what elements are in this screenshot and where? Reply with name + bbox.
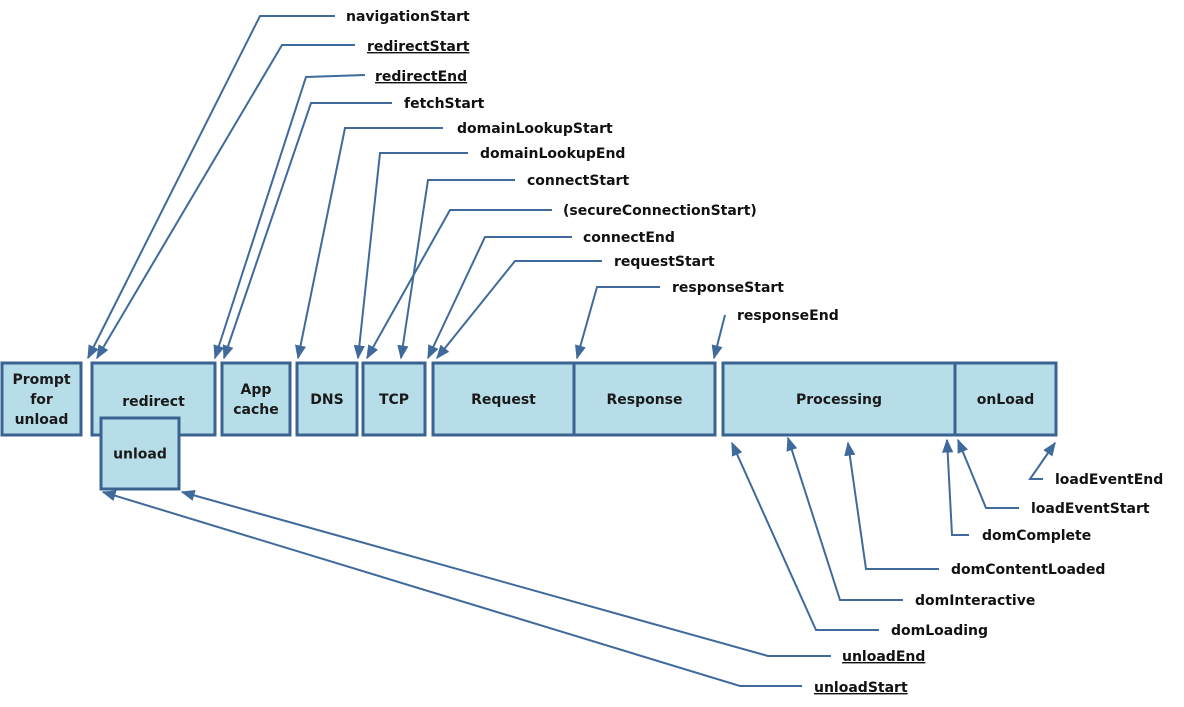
event-label-domainLookupStart: domainLookupStart (457, 121, 613, 137)
leader-unloadStart (101, 490, 802, 687)
phase-label: App (241, 382, 272, 398)
phase-label: Processing (796, 392, 882, 408)
phase-label: Request (471, 392, 536, 408)
event-label-domComplete: domComplete (982, 528, 1091, 544)
leader-redirectStart (96, 44, 355, 360)
phase-dns: DNS (295, 361, 359, 437)
event-label-domLoading: domLoading (891, 623, 988, 639)
event-label-domContentLoaded: domContentLoaded (951, 562, 1105, 578)
leader-loadEventStart (957, 438, 1019, 509)
phase-label: TCP (379, 392, 409, 408)
leader-fetchStart (222, 102, 392, 360)
phase-tcp: TCP (361, 361, 427, 437)
phase-label: unload (113, 447, 167, 463)
phase-request: Request (431, 361, 576, 437)
event-label-loadEventEnd: loadEventEnd (1055, 472, 1163, 488)
phase-label: cache (233, 402, 279, 418)
leader-responseStart (575, 286, 660, 360)
leader-navigationStart (87, 15, 335, 360)
leader-requestStart (436, 260, 602, 360)
leader-domContentLoaded (844, 441, 939, 570)
event-label-responseEnd: responseEnd (737, 308, 839, 324)
leader-domComplete (942, 438, 969, 536)
event-label-domInteractive: domInteractive (915, 593, 1035, 609)
phase-label: DNS (310, 392, 343, 408)
event-label-unloadStart: unloadStart (814, 680, 908, 696)
event-label-navigationStart: navigationStart (346, 9, 470, 25)
leader-domainLookupEnd (353, 152, 468, 360)
phase-label: for (30, 392, 53, 408)
phase-label: redirect (122, 394, 185, 410)
event-label-redirectStart: redirectStart (367, 39, 470, 55)
leader-connectEnd (427, 236, 572, 360)
event-label-responseStart: responseStart (672, 280, 784, 296)
leader-domLoading (731, 441, 879, 631)
event-label-domainLookupEnd: domainLookupEnd (480, 146, 625, 162)
phase-app-cache: App cache (220, 361, 292, 437)
leader-secureConnectionStart (366, 209, 552, 360)
event-label-fetchStart: fetchStart (404, 96, 485, 112)
phase-label: unload (15, 412, 69, 428)
event-label-connectStart: connectStart (527, 173, 629, 189)
leader-unloadEnd (180, 490, 831, 657)
phase-label: onLoad (977, 392, 1035, 408)
event-label-secureConnectionStart: (secureConnectionStart) (563, 203, 757, 219)
navigation-timing-diagram: Prompt for unload redirect unload App cache DNS… (0, 9, 1163, 696)
leader-loadEventEnd (1028, 441, 1056, 480)
event-label-connectEnd: connectEnd (583, 230, 675, 246)
event-label-unloadEnd: unloadEnd (842, 649, 925, 665)
phase-onload: onLoad (953, 361, 1058, 437)
phase-label: Response (606, 392, 682, 408)
phase-label: Prompt (12, 372, 70, 388)
phase-prompt-for-unload: Prompt for unload (0, 361, 83, 437)
leader-domInteractive (786, 436, 903, 601)
event-label-redirectEnd: redirectEnd (375, 69, 467, 85)
phase-response: Response (572, 361, 717, 437)
phase-unload: unload (99, 416, 181, 491)
leader-responseEnd (711, 314, 726, 360)
phase-box (220, 361, 292, 437)
event-label-requestStart: requestStart (614, 254, 715, 270)
event-label-loadEventStart: loadEventStart (1031, 501, 1150, 517)
phase-processing: Processing (721, 361, 957, 437)
